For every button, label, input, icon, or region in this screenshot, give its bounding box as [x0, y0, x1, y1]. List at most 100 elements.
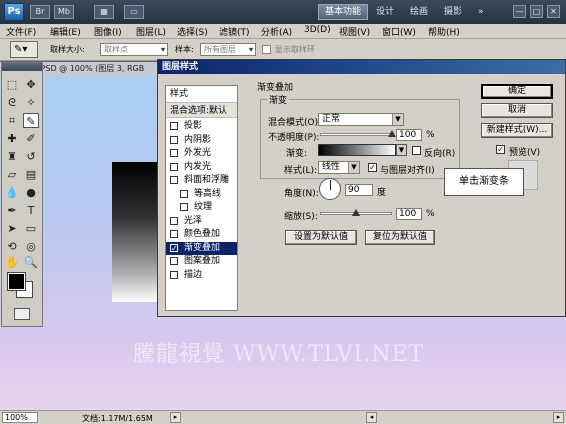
foreground-color-swatch[interactable]: [7, 272, 26, 291]
menu-file[interactable]: 文件(F): [6, 25, 36, 38]
reverse-checkbox[interactable]: [412, 146, 421, 155]
sample-size-select[interactable]: 取样点: [100, 43, 168, 56]
cancel-button[interactable]: 取消: [481, 103, 553, 118]
style-list-item[interactable]: 投影: [166, 120, 237, 133]
mini-bridge-icon[interactable]: Mb: [54, 5, 74, 19]
style-list-item[interactable]: 颜色叠加: [166, 228, 237, 241]
bridge-icon[interactable]: Br: [30, 5, 50, 19]
scale-slider-thumb[interactable]: [352, 209, 360, 216]
opacity-input[interactable]: 100: [396, 129, 422, 141]
maximize-icon[interactable]: □: [530, 5, 543, 18]
3d-orbit-tool-icon[interactable]: ◎: [23, 239, 39, 254]
workspace-essentials-button[interactable]: 基本功能: [318, 4, 369, 20]
style-list-item[interactable]: 纹理: [166, 201, 237, 214]
menu-filter[interactable]: 滤镜(T): [219, 25, 250, 38]
hand-tool-icon[interactable]: ✋: [4, 255, 20, 270]
zoom-tool-icon[interactable]: 🔍: [23, 255, 39, 270]
gradient-bar[interactable]: [318, 144, 396, 156]
style-list-item[interactable]: 内阴影: [166, 134, 237, 147]
opacity-slider-thumb[interactable]: [388, 130, 396, 137]
new-style-button[interactable]: 新建样式(W)...: [481, 123, 553, 138]
menu-window[interactable]: 窗口(W): [382, 25, 416, 38]
close-icon[interactable]: ✕: [547, 5, 560, 18]
minimize-icon[interactable]: —: [513, 5, 526, 18]
eraser-tool-icon[interactable]: ▱: [4, 167, 20, 182]
menu-image[interactable]: 图像(I): [94, 25, 122, 38]
menu-layer[interactable]: 图层(L): [136, 25, 166, 38]
dodge-tool-icon[interactable]: ●: [23, 185, 39, 200]
dialog-title[interactable]: 图层样式: [158, 60, 565, 74]
style-checkbox[interactable]: [170, 216, 178, 225]
clone-stamp-tool-icon[interactable]: ♜: [4, 149, 20, 164]
preview-checkbox[interactable]: ✓: [496, 145, 505, 154]
quick-selection-tool-icon[interactable]: ✧: [23, 95, 39, 110]
opacity-slider[interactable]: [320, 133, 392, 136]
style-checkbox[interactable]: [170, 162, 178, 171]
history-brush-tool-icon[interactable]: ↺: [23, 149, 39, 164]
menu-select[interactable]: 选择(S): [177, 25, 208, 38]
style-list-item[interactable]: 光泽: [166, 215, 237, 228]
workspace-more-icon[interactable]: »: [472, 4, 490, 20]
style-checkbox[interactable]: [180, 203, 188, 211]
style-list-item[interactable]: 内发光: [166, 161, 237, 174]
style-checkbox[interactable]: [170, 270, 178, 279]
workspace-photography-button[interactable]: 摄影: [438, 4, 468, 20]
toolbox-header[interactable]: [2, 63, 42, 71]
blur-tool-icon[interactable]: 💧: [4, 185, 20, 200]
status-menu-arrow-icon[interactable]: ▸: [170, 412, 181, 423]
angle-input[interactable]: 90: [345, 184, 373, 196]
type-tool-icon[interactable]: T: [23, 203, 39, 218]
style-list-item[interactable]: 描边: [166, 269, 237, 282]
style-checkbox[interactable]: [170, 149, 178, 157]
screen-mode-icon[interactable]: ▭: [124, 5, 144, 19]
3d-rotate-tool-icon[interactable]: ⟲: [4, 239, 20, 254]
path-selection-tool-icon[interactable]: ➤: [4, 221, 20, 236]
style-checkbox[interactable]: [170, 135, 178, 144]
arrange-documents-icon[interactable]: ▦: [94, 5, 114, 19]
quick-mask-icon[interactable]: [14, 308, 30, 320]
reset-default-button[interactable]: 复位为默认值: [365, 230, 435, 245]
zoom-field[interactable]: 100%: [2, 412, 38, 423]
sample-select[interactable]: 所有图层: [200, 43, 256, 56]
workspace-design-button[interactable]: 设计: [370, 4, 400, 20]
move-tool-icon[interactable]: ✥: [23, 77, 39, 92]
brush-tool-icon[interactable]: ✐: [23, 131, 39, 146]
healing-brush-tool-icon[interactable]: ✚: [4, 131, 20, 146]
scale-input[interactable]: 100: [396, 208, 422, 220]
style-list-item[interactable]: 外发光: [166, 147, 237, 160]
workspace-painting-button[interactable]: 绘画: [404, 4, 434, 20]
style-list-item[interactable]: 斜面和浮雕: [166, 174, 237, 187]
styles-header[interactable]: 样式: [166, 86, 237, 102]
blend-mode-select[interactable]: 正常 ▼: [318, 113, 404, 126]
menu-analysis[interactable]: 分析(A): [261, 25, 292, 38]
gradient-style-select[interactable]: 线性 ▼: [318, 161, 360, 174]
style-list-item[interactable]: 等高线: [166, 188, 237, 201]
gradient-tool-icon[interactable]: ▤: [23, 167, 39, 182]
menu-3d[interactable]: 3D(D): [304, 25, 331, 35]
style-checkbox[interactable]: [170, 230, 178, 238]
ok-button[interactable]: 确定: [481, 84, 553, 99]
scroll-left-icon[interactable]: ◂: [366, 412, 377, 423]
style-checkbox[interactable]: [170, 257, 178, 265]
lasso-tool-icon[interactable]: ᘓ: [4, 95, 20, 110]
set-default-button[interactable]: 设置为默认值: [285, 230, 357, 245]
angle-dial[interactable]: [319, 178, 341, 200]
menu-edit[interactable]: 编辑(E): [50, 25, 81, 38]
blending-options-item[interactable]: 混合选项:默认: [166, 102, 237, 118]
style-checkbox[interactable]: [170, 242, 178, 255]
tool-preset-picker[interactable]: ✎▾: [10, 41, 38, 58]
align-with-layer-checkbox[interactable]: ✓: [368, 163, 377, 172]
style-list-item[interactable]: 渐变叠加: [166, 241, 237, 255]
pen-tool-icon[interactable]: ✒: [4, 203, 20, 218]
menu-help[interactable]: 帮助(H): [428, 25, 460, 38]
scroll-right-icon[interactable]: ▸: [553, 412, 564, 423]
style-list-item[interactable]: 图案叠加: [166, 255, 237, 268]
style-checkbox[interactable]: [180, 189, 188, 198]
menu-view[interactable]: 视图(V): [339, 25, 370, 38]
style-checkbox[interactable]: [170, 176, 178, 184]
shape-tool-icon[interactable]: ▭: [23, 221, 39, 236]
crop-tool-icon[interactable]: ⌗: [4, 113, 20, 128]
eyedropper-tool-icon[interactable]: ✎: [23, 113, 39, 128]
gradient-picker-chevron-icon[interactable]: ▼: [396, 144, 407, 156]
marquee-tool-icon[interactable]: ⬚: [4, 77, 20, 92]
